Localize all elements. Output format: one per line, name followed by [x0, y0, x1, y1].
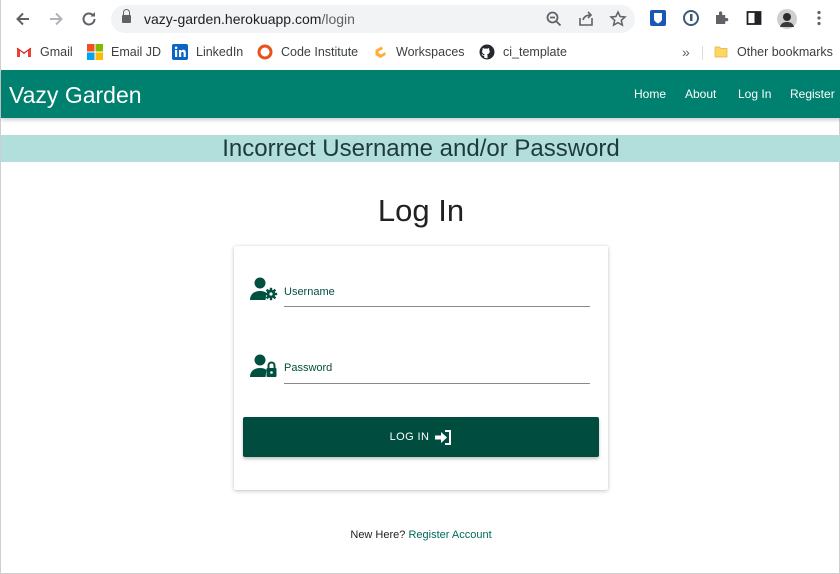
username-input[interactable] [284, 306, 590, 307]
profile-avatar-icon[interactable] [777, 9, 797, 29]
url-text[interactable]: vazy-garden.herokuapp.com/login [144, 11, 355, 27]
register-prompt: New Here? Register Account [1, 529, 840, 541]
bookmark-email-jd[interactable]: Email JD [87, 42, 161, 62]
nav-home[interactable]: Home [634, 87, 666, 101]
bookmark-gmail[interactable]: Gmail [16, 42, 73, 62]
register-prompt-text: New Here? [350, 529, 406, 541]
flash-message: Incorrect Username and/or Password [1, 135, 840, 162]
password-manager-icon[interactable] [681, 9, 701, 29]
password-input[interactable] [284, 383, 590, 384]
linkedin-icon [172, 44, 188, 60]
side-panel-icon[interactable] [744, 9, 764, 29]
other-bookmarks-folder[interactable]: Other bookmarks [713, 42, 833, 62]
bookmark-code-institute[interactable]: Code Institute [257, 42, 358, 62]
nav-login[interactable]: Log In [738, 87, 771, 101]
folder-icon [713, 44, 729, 60]
address-bar[interactable]: vazy-garden.herokuapp.com/login [111, 5, 635, 33]
brand-logo[interactable]: Vazy Garden [9, 82, 142, 109]
user-cog-icon [250, 276, 280, 302]
microsoft-icon [87, 44, 103, 60]
bookmark-linkedin[interactable]: LinkedIn [172, 42, 243, 62]
menu-kebab-icon[interactable] [809, 9, 829, 29]
nav-about[interactable]: About [685, 87, 716, 101]
login-card: Username Password LOG IN [234, 246, 608, 490]
user-lock-icon [250, 353, 280, 379]
code-institute-icon [257, 44, 273, 60]
share-icon[interactable] [577, 10, 595, 28]
github-icon [479, 44, 495, 60]
sign-in-icon [435, 429, 452, 445]
browser-toolbar: vazy-garden.herokuapp.com/login Gmail Em… [1, 0, 840, 70]
password-label[interactable]: Password [284, 362, 332, 374]
site-navbar: Vazy Garden Home About Log In Register [1, 70, 840, 118]
bookmark-ci-template[interactable]: ci_template [479, 42, 567, 62]
register-account-link[interactable]: Register Account [408, 529, 491, 541]
username-label[interactable]: Username [284, 286, 335, 298]
reload-icon[interactable] [79, 9, 99, 29]
nav-register[interactable]: Register [790, 87, 835, 101]
login-button[interactable]: LOG IN [243, 417, 599, 457]
login-button-label: LOG IN [389, 431, 430, 443]
flash-message-text: Incorrect Username and/or Password [222, 135, 620, 162]
gmail-icon [16, 44, 32, 60]
back-icon[interactable] [13, 9, 33, 29]
lock-icon[interactable] [122, 9, 131, 24]
bookmarks-divider [702, 46, 703, 60]
more-bookmarks-chevron-icon[interactable]: » [682, 42, 690, 62]
extensions-icon[interactable] [712, 9, 732, 29]
gitpod-icon [372, 44, 388, 60]
bookmark-star-icon[interactable] [609, 10, 627, 28]
page-title: Log In [377, 193, 465, 228]
zoom-icon[interactable] [545, 10, 563, 28]
forward-icon[interactable] [46, 9, 66, 29]
bookmark-workspaces[interactable]: Workspaces [372, 42, 465, 62]
bookmarks-bar: Gmail Email JD LinkedIn Code Institute W… [1, 38, 840, 66]
bitwarden-icon[interactable] [648, 9, 668, 29]
